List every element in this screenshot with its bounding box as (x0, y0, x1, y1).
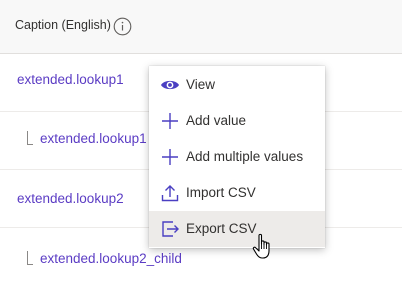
export-icon (162, 221, 179, 237)
menu-item-label: Add multiple values (186, 149, 304, 164)
lookup-link[interactable]: extended.lookup2 (17, 191, 124, 206)
column-header-caption: Caption (English) (15, 18, 111, 32)
eye-icon (161, 80, 179, 90)
menu-item-label: Export CSV (186, 221, 257, 236)
menu-item-view[interactable]: View (149, 67, 325, 103)
plus-icon (162, 149, 178, 165)
table-header: Caption (English) (0, 0, 402, 54)
tree-branch-line (27, 131, 33, 145)
info-icon[interactable] (113, 17, 132, 36)
context-menu: View Add value Add multiple values Impor… (149, 66, 325, 248)
menu-item-label: View (186, 77, 216, 92)
menu-item-add-multiple-values[interactable]: Add multiple values (149, 139, 325, 175)
lookup-link[interactable]: extended.lookup2_child (40, 251, 182, 266)
menu-item-add-value[interactable]: Add value (149, 103, 325, 139)
menu-item-label: Add value (186, 113, 247, 128)
plus-icon (162, 113, 178, 129)
menu-item-export-csv[interactable]: Export CSV (149, 211, 325, 247)
upload-icon (161, 185, 179, 202)
tree-branch-line (27, 251, 33, 265)
menu-item-import-csv[interactable]: Import CSV (149, 175, 325, 211)
menu-item-label: Import CSV (186, 185, 256, 200)
lookup-link[interactable]: extended.lookup1 (40, 131, 147, 146)
lookup-link[interactable]: extended.lookup1 (17, 72, 124, 87)
